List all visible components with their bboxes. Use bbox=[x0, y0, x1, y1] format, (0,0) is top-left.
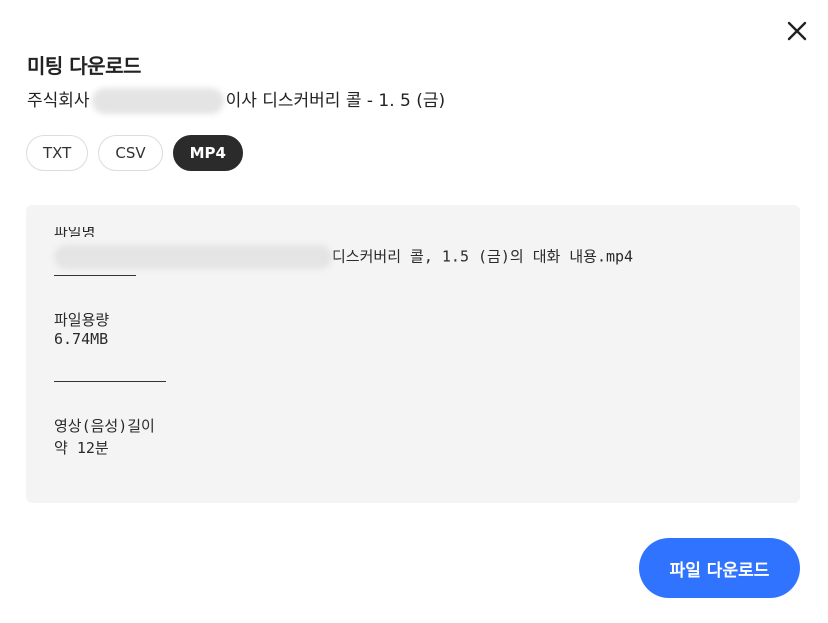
redacted-text bbox=[91, 88, 224, 114]
filename-value-row: 디스커버리 콜, 1.5 (금)의 대화 내용.mp4 bbox=[54, 245, 633, 269]
divider bbox=[54, 275, 136, 276]
divider bbox=[54, 381, 166, 382]
duration-value: 약 12분 bbox=[54, 439, 109, 457]
format-tabs: TXT CSV MP4 bbox=[26, 135, 243, 171]
subtitle-suffix: 이사 디스커버리 콜 - 1. 5 (금) bbox=[225, 91, 446, 111]
filename-label-row: 파일명 bbox=[54, 227, 95, 237]
filename-value: 디스커버리 콜, 1.5 (금)의 대화 내용.mp4 bbox=[332, 247, 634, 266]
tab-txt[interactable]: TXT bbox=[26, 135, 89, 171]
file-info-panel: 파일명 디스커버리 콜, 1.5 (금)의 대화 내용.mp4 파일용량 6.7… bbox=[26, 205, 800, 503]
duration-label: 영상(음성)길이 bbox=[54, 417, 155, 435]
dialog-title: 미팅 다운로드 bbox=[27, 54, 141, 78]
size-label: 파일용량 bbox=[54, 311, 110, 329]
redacted-filename bbox=[54, 245, 332, 269]
close-button[interactable] bbox=[782, 16, 812, 46]
tab-csv[interactable]: CSV bbox=[98, 135, 163, 171]
size-value: 6.74MB bbox=[54, 330, 109, 348]
close-icon[interactable] bbox=[782, 16, 812, 46]
subtitle-prefix: 주식회사 bbox=[27, 91, 90, 111]
tab-mp4[interactable]: MP4 bbox=[172, 135, 243, 171]
file-download-button[interactable]: 파일 다운로드 bbox=[639, 538, 800, 598]
filename-label: 파일명 bbox=[54, 227, 96, 237]
meeting-subtitle: 주식회사 이사 디스커버리 콜 - 1. 5 (금) bbox=[27, 86, 445, 114]
